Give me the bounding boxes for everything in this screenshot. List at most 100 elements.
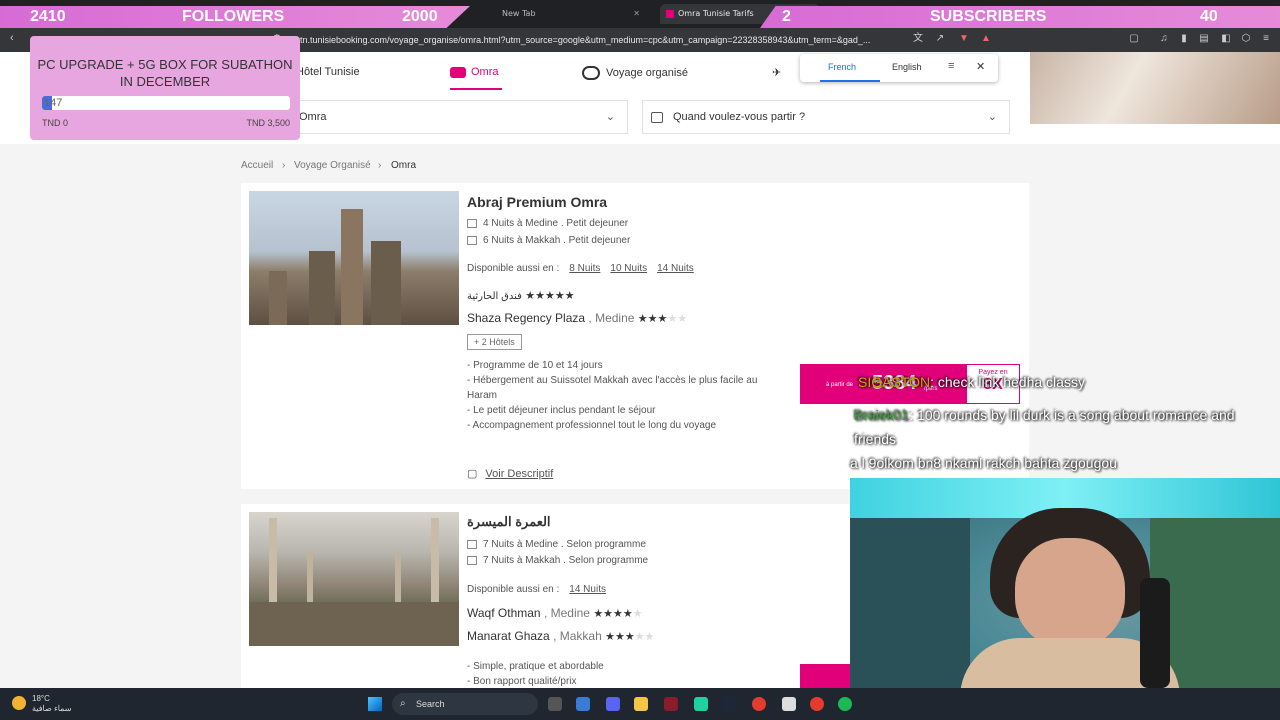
- app-icon[interactable]: [664, 697, 678, 711]
- avail-label: Disponible aussi en :: [467, 584, 560, 595]
- avail-link[interactable]: 14 Nuits: [569, 584, 606, 595]
- avail-link[interactable]: 10 Nuits: [610, 263, 647, 274]
- favicon-icon: [666, 9, 674, 18]
- destination-value: Omra: [299, 111, 327, 123]
- hotel-photo[interactable]: [249, 191, 459, 325]
- windows-start-icon[interactable]: [368, 697, 382, 711]
- tab-new-tab[interactable]: New Tab ✕: [496, 4, 646, 24]
- offer-title[interactable]: Abraj Premium Omra: [467, 194, 607, 210]
- sidebar-icon[interactable]: ▮: [1178, 33, 1190, 45]
- video-overlay-top: [1030, 52, 1280, 124]
- translate-popup: French English ≡ ✕: [800, 54, 998, 82]
- app-icon[interactable]: [576, 697, 590, 711]
- bed-icon: [467, 235, 477, 245]
- breadcrumb-voyage[interactable]: Voyage Organisé: [294, 160, 371, 171]
- discord-icon[interactable]: [606, 697, 620, 711]
- wallet-icon[interactable]: ◧: [1220, 33, 1232, 45]
- calendar-icon: [651, 111, 663, 123]
- menu-icon[interactable]: ≡: [948, 60, 954, 72]
- rewards-icon[interactable]: ▲: [980, 33, 992, 45]
- avail-link[interactable]: 8 Nuits: [569, 263, 600, 274]
- translate-underline: [820, 80, 880, 82]
- star-rating: ★★★★★: [637, 313, 688, 325]
- search-icon: ⌕: [400, 698, 406, 709]
- link-label: Voir Descriptif: [485, 468, 554, 480]
- translate-to[interactable]: English: [892, 62, 922, 72]
- close-icon[interactable]: ✕: [633, 4, 640, 24]
- hotel-name: Shaza Regency Plaza: [467, 311, 586, 325]
- goal-progress-bar: [42, 96, 290, 110]
- breadcrumb-current: Omra: [391, 160, 416, 171]
- hotel-name: Manarat Ghaza: [467, 629, 550, 643]
- feature-medine: 4 Nuits à Medine . Petit dejeuner: [467, 218, 628, 229]
- nav-omra[interactable]: Omra: [450, 66, 499, 78]
- feature-makkah: 7 Nuits à Makkah . Selon programme: [467, 555, 648, 566]
- chat-user: SIGASTON: [858, 374, 931, 390]
- translate-icon[interactable]: 文: [912, 33, 924, 45]
- voir-descriptif-link[interactable]: ▢ Voir Descriptif: [467, 467, 553, 480]
- url-field[interactable]: tn.tunisiebooking.com/voyage_organise/om…: [300, 32, 910, 48]
- screenshot-icon[interactable]: ▢: [1128, 33, 1140, 45]
- bed-icon: [467, 218, 477, 228]
- hotel-line: فندق الحارثية ★★★★★: [467, 288, 575, 302]
- chrome-icon[interactable]: [752, 697, 766, 711]
- nav-label: Voyage organisé: [606, 66, 688, 79]
- goal-max: TND 3,500: [246, 118, 290, 128]
- back-icon[interactable]: ‹: [10, 32, 14, 44]
- music-icon[interactable]: ♫: [1158, 33, 1170, 45]
- nav-hotel-tunisie[interactable]: Hôtel Tunisie: [296, 66, 360, 78]
- offer-description: - Simple, pratique et abordable - Bon ra…: [467, 661, 604, 687]
- weather-text: سماء صافية: [32, 704, 72, 713]
- share-icon[interactable]: ↗: [934, 33, 946, 45]
- hotel-city: , Medine: [543, 606, 590, 620]
- avail-link[interactable]: 14 Nuits: [657, 263, 694, 274]
- taskbar-search[interactable]: ⌕ Search: [392, 693, 538, 715]
- goal-title: PC UPGRADE + 5G BOX FOR SUBATHON IN DECE…: [37, 57, 293, 89]
- feature-medine: 7 Nuits à Medine . Selon programme: [467, 539, 646, 550]
- steam-icon[interactable]: [722, 697, 736, 711]
- app-icon[interactable]: [694, 697, 708, 711]
- followers-count: 2410: [30, 8, 66, 25]
- star-rating: ★★★★★: [605, 631, 655, 643]
- chat-text: : check link hedha classy: [930, 374, 1085, 390]
- chat-user: Braiek01: [854, 407, 910, 423]
- close-icon[interactable]: ✕: [976, 60, 985, 73]
- moon-icon: [12, 696, 26, 710]
- date-select[interactable]: Quand voulez-vous partir ? ⌄: [642, 100, 1010, 134]
- tab-title: New Tab: [502, 9, 536, 18]
- file-explorer-icon[interactable]: [634, 697, 648, 711]
- search-label: Search: [416, 699, 445, 709]
- hotel-name: Waqf Othman: [467, 606, 541, 620]
- task-view-icon[interactable]: [548, 697, 562, 711]
- price-button[interactable]: [800, 664, 850, 688]
- mosque-photo[interactable]: [249, 512, 459, 646]
- globe-icon: [582, 66, 600, 80]
- avail-label: Disponible aussi en :: [467, 263, 560, 274]
- date-placeholder: Quand voulez-vous partir ?: [673, 111, 806, 123]
- hotel-line: Manarat Ghaza , Makkah ★★★★★: [467, 629, 654, 643]
- bookmarks-icon[interactable]: ▤: [1198, 33, 1210, 45]
- offer-title[interactable]: العمرة الميسرة: [467, 514, 551, 530]
- plane-icon[interactable]: ✈: [772, 66, 781, 79]
- breadcrumb-home[interactable]: Accueil: [241, 160, 273, 171]
- availability: Disponible aussi en : 8 Nuits 10 Nuits 14 N…: [467, 263, 694, 274]
- bed-icon: [467, 555, 477, 565]
- price-prefix: à partir de: [826, 382, 854, 388]
- active-tab-underline: [450, 88, 502, 90]
- translate-from[interactable]: French: [828, 62, 856, 72]
- nav-voyage-organise[interactable]: Voyage organisé: [582, 66, 688, 80]
- bed-icon: [467, 539, 477, 549]
- spotify-icon[interactable]: [838, 697, 852, 711]
- chat-text: a l 9olkom bn8 nkaml rakch bahta zgougou: [850, 455, 1117, 471]
- brave-shield-icon[interactable]: ▼: [958, 33, 970, 45]
- file-icon[interactable]: [782, 697, 796, 711]
- offer-description: - Programme de 10 et 14 jours - Hébergem…: [467, 360, 758, 431]
- vpn-icon[interactable]: ⬡: [1240, 33, 1252, 45]
- subs-goal: 40: [1200, 8, 1218, 25]
- chat-message: a l 9olkom bn8 nkaml rakch bahta zgougou: [850, 455, 1117, 471]
- destination-select[interactable]: Omra ⌄: [290, 100, 628, 134]
- hotel-name: فندق الحارثية: [467, 291, 522, 302]
- menu-icon[interactable]: ≡: [1260, 33, 1272, 45]
- chrome-icon[interactable]: [810, 697, 824, 711]
- more-hotels-button[interactable]: + 2 Hôtels: [467, 334, 522, 350]
